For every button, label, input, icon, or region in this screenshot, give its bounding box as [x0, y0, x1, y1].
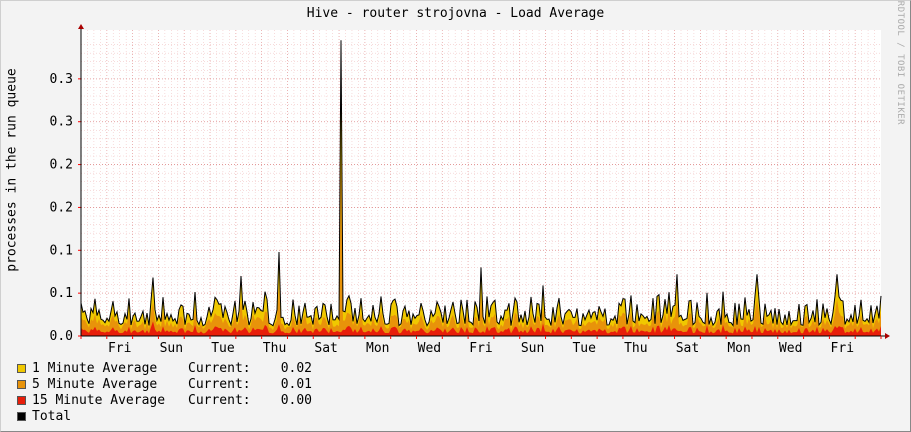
- legend-item-1min: 1 Minute Average Current: 0.02: [17, 360, 312, 376]
- legend-label: Total: [32, 408, 72, 424]
- y-tick-label: 0.3: [50, 72, 73, 87]
- legend-swatch-1min: [17, 363, 26, 373]
- legend-item-total: Total: [17, 408, 312, 424]
- x-tick-label: Sun: [521, 341, 544, 356]
- y-tick-label: 0.3: [50, 115, 73, 130]
- x-tick-label: Mon: [366, 341, 389, 356]
- legend-current-value: 0.02: [280, 360, 312, 376]
- legend: 1 Minute Average Current: 0.02 5 Minute …: [17, 360, 312, 424]
- legend-current-value: 0.00: [280, 392, 312, 408]
- legend-current-label: Current:: [188, 360, 251, 376]
- x-tick-label: Tue: [211, 341, 235, 356]
- y-tick-labels: 0.0 0.1 0.1 0.2 0.2 0.3 0.3: [50, 72, 73, 344]
- legend-current-value: 0.01: [280, 376, 312, 392]
- legend-item-5min: 5 Minute Average Current: 0.01: [17, 376, 312, 392]
- legend-swatch-total: [17, 411, 26, 421]
- x-tick-label: Thu: [624, 341, 647, 356]
- x-tick-label: Fri: [108, 341, 131, 356]
- x-tick-label: Fri: [831, 341, 854, 356]
- x-tick-label: Sat: [314, 341, 337, 356]
- y-tick-label: 0.0: [50, 329, 73, 344]
- legend-current-label: Current:: [188, 376, 251, 392]
- legend-swatch-15min: [17, 395, 26, 405]
- x-tick-labels: Fri Sun Tue Thu Sat Mon Wed Fri Sun Tue Thu Sat Mon W…: [108, 341, 854, 356]
- y-tick-label: 0.1: [50, 243, 73, 258]
- x-tick-label: Tue: [572, 341, 596, 356]
- chart-plot: 0.0 0.1 0.1 0.2 0.2 0.3 0.3 Fri Sun Tue Thu Sat Mon…: [50, 24, 890, 356]
- legend-label: 15 Minute Average: [32, 392, 166, 408]
- legend-label: 1 Minute Average: [32, 360, 158, 376]
- x-axis-arrow: [885, 333, 890, 339]
- x-tick-label: Sun: [160, 341, 183, 356]
- legend-swatch-5min: [17, 379, 26, 389]
- y-tick-label: 0.1: [50, 286, 73, 301]
- legend-current-label: Current:: [188, 392, 251, 408]
- legend-label: 5 Minute Average: [32, 376, 158, 392]
- y-axis-arrow: [78, 24, 84, 29]
- x-tick-label: Sat: [676, 341, 699, 356]
- x-tick-label: Fri: [469, 341, 492, 356]
- x-tick-label: Wed: [779, 341, 802, 356]
- legend-item-15min: 15 Minute Average Current: 0.00: [17, 392, 312, 408]
- x-tick-label: Thu: [263, 341, 286, 356]
- y-tick-label: 0.2: [50, 200, 73, 215]
- x-tick-label: Mon: [727, 341, 750, 356]
- y-tick-label: 0.2: [50, 158, 73, 173]
- x-tick-label: Wed: [418, 341, 441, 356]
